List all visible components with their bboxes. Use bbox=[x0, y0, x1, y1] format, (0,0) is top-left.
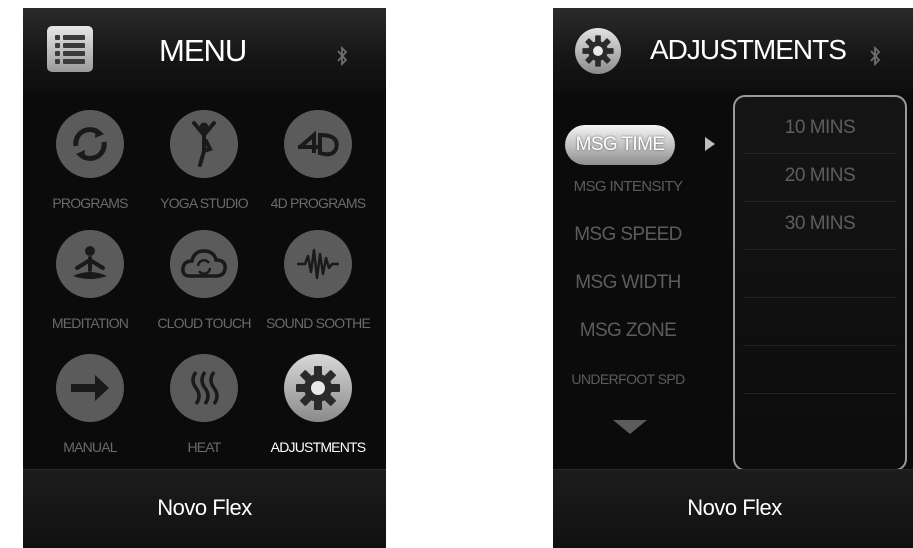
page-title: ADJUSTMENTS bbox=[650, 34, 847, 65]
option-row-empty bbox=[743, 393, 897, 441]
arrow-right-icon bbox=[56, 354, 124, 422]
gear-icon[interactable] bbox=[575, 28, 621, 74]
cloud-icon bbox=[170, 230, 238, 298]
menu-item-label: 4D PROGRAMS bbox=[270, 195, 366, 211]
sound-wave-icon bbox=[284, 230, 352, 298]
menu-item-manual[interactable]: MANUAL bbox=[35, 354, 145, 466]
adjustments-header: ADJUSTMENTS bbox=[553, 8, 913, 92]
menu-item-programs[interactable]: PROGRAMS bbox=[35, 110, 145, 222]
setting-msg-time[interactable]: MSG TIME bbox=[565, 125, 675, 165]
menu-item-meditation[interactable]: MEDITATION bbox=[35, 230, 145, 342]
menu-item-heat[interactable]: HEAT bbox=[149, 354, 259, 466]
bluetooth-icon bbox=[869, 46, 881, 66]
option-row[interactable]: 10 MINS bbox=[743, 105, 897, 154]
menu-item-sound-soothe[interactable]: SOUND SOOTHE bbox=[263, 230, 373, 342]
setting-msg-zone[interactable]: MSG ZONE bbox=[553, 320, 703, 342]
menu-item-label: PROGRAMS bbox=[52, 195, 128, 211]
yoga-pose-icon bbox=[170, 110, 238, 178]
setting-msg-intensity[interactable]: MSG INTENSITY bbox=[553, 178, 703, 195]
menu-item-label: MANUAL bbox=[63, 439, 117, 455]
heat-icon bbox=[170, 354, 238, 422]
setting-underfoot-spd[interactable]: UNDERFOOT SPD bbox=[553, 371, 703, 387]
meditation-icon bbox=[56, 230, 124, 298]
menu-header: MENU bbox=[23, 8, 386, 92]
menu-item-label: HEAT bbox=[187, 439, 221, 455]
footer-brand: Novo Flex bbox=[23, 469, 386, 548]
option-row[interactable]: 30 MINS bbox=[743, 201, 897, 250]
option-row-empty bbox=[743, 249, 897, 298]
list-icon[interactable] bbox=[47, 26, 93, 72]
scroll-down-arrow-icon[interactable] bbox=[613, 420, 647, 434]
option-label: 10 MINS bbox=[784, 117, 856, 138]
option-row[interactable]: 20 MINS bbox=[743, 153, 897, 202]
menu-item-adjustments[interactable]: ADJUSTMENTS bbox=[263, 354, 373, 466]
options-list: 10 MINS 20 MINS 30 MINS bbox=[733, 95, 907, 471]
menu-screen: MENU PROGRAMS YOGA STUDIO 4D PROGRAMS ME… bbox=[23, 8, 386, 548]
chevron-right-icon bbox=[705, 137, 715, 151]
option-row-empty bbox=[743, 297, 897, 346]
option-label: 30 MINS bbox=[784, 213, 856, 234]
setting-msg-width[interactable]: MSG WIDTH bbox=[553, 272, 703, 294]
footer-brand: Novo Flex bbox=[553, 469, 913, 548]
programs-cycle-icon bbox=[56, 110, 124, 178]
menu-item-label: SOUND SOOTHE bbox=[266, 315, 371, 331]
adjustments-screen: ADJUSTMENTS MSG TIME MSG INTENSITY MSG S… bbox=[553, 8, 913, 548]
menu-item-4d-programs[interactable]: 4D PROGRAMS bbox=[263, 110, 373, 222]
menu-item-label: ADJUSTMENTS bbox=[270, 439, 366, 455]
menu-item-label: MEDITATION bbox=[51, 315, 129, 331]
menu-item-label: CLOUD TOUCH bbox=[157, 315, 251, 331]
option-label: 20 MINS bbox=[784, 165, 856, 186]
bluetooth-icon bbox=[336, 46, 348, 66]
gear-icon bbox=[284, 354, 352, 422]
4d-icon bbox=[284, 110, 352, 178]
menu-item-label: YOGA STUDIO bbox=[160, 195, 248, 211]
menu-item-cloud-touch[interactable]: CLOUD TOUCH bbox=[149, 230, 259, 342]
menu-item-yoga-studio[interactable]: YOGA STUDIO bbox=[149, 110, 259, 222]
setting-msg-speed[interactable]: MSG SPEED bbox=[553, 224, 703, 246]
option-row-empty bbox=[743, 345, 897, 394]
page-title: MENU bbox=[159, 33, 247, 68]
